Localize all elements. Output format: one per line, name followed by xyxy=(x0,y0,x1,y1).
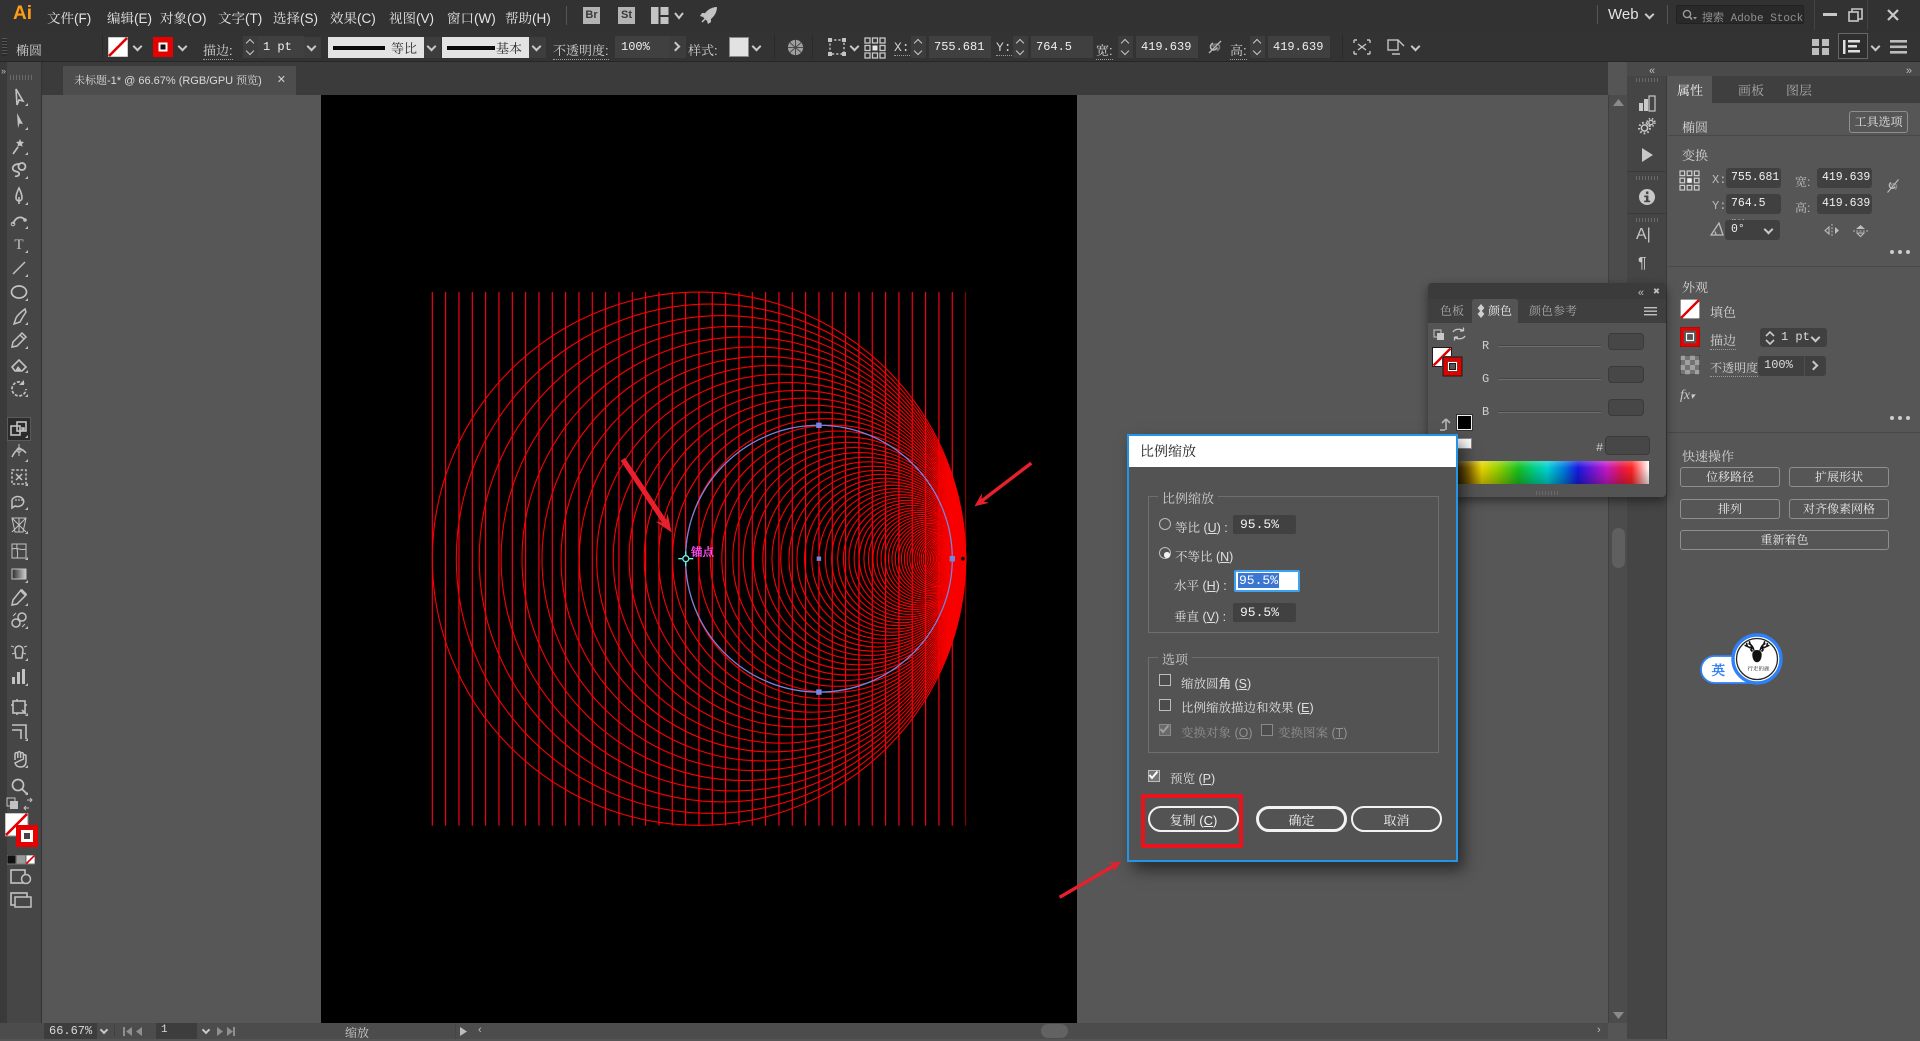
svg-text:英: 英 xyxy=(1712,659,1726,679)
svg-text:行走的鹿: 行走的鹿 xyxy=(1748,665,1771,673)
svg-text:锚点: 锚点 xyxy=(690,544,714,560)
svg-text:T: T xyxy=(14,237,23,253)
